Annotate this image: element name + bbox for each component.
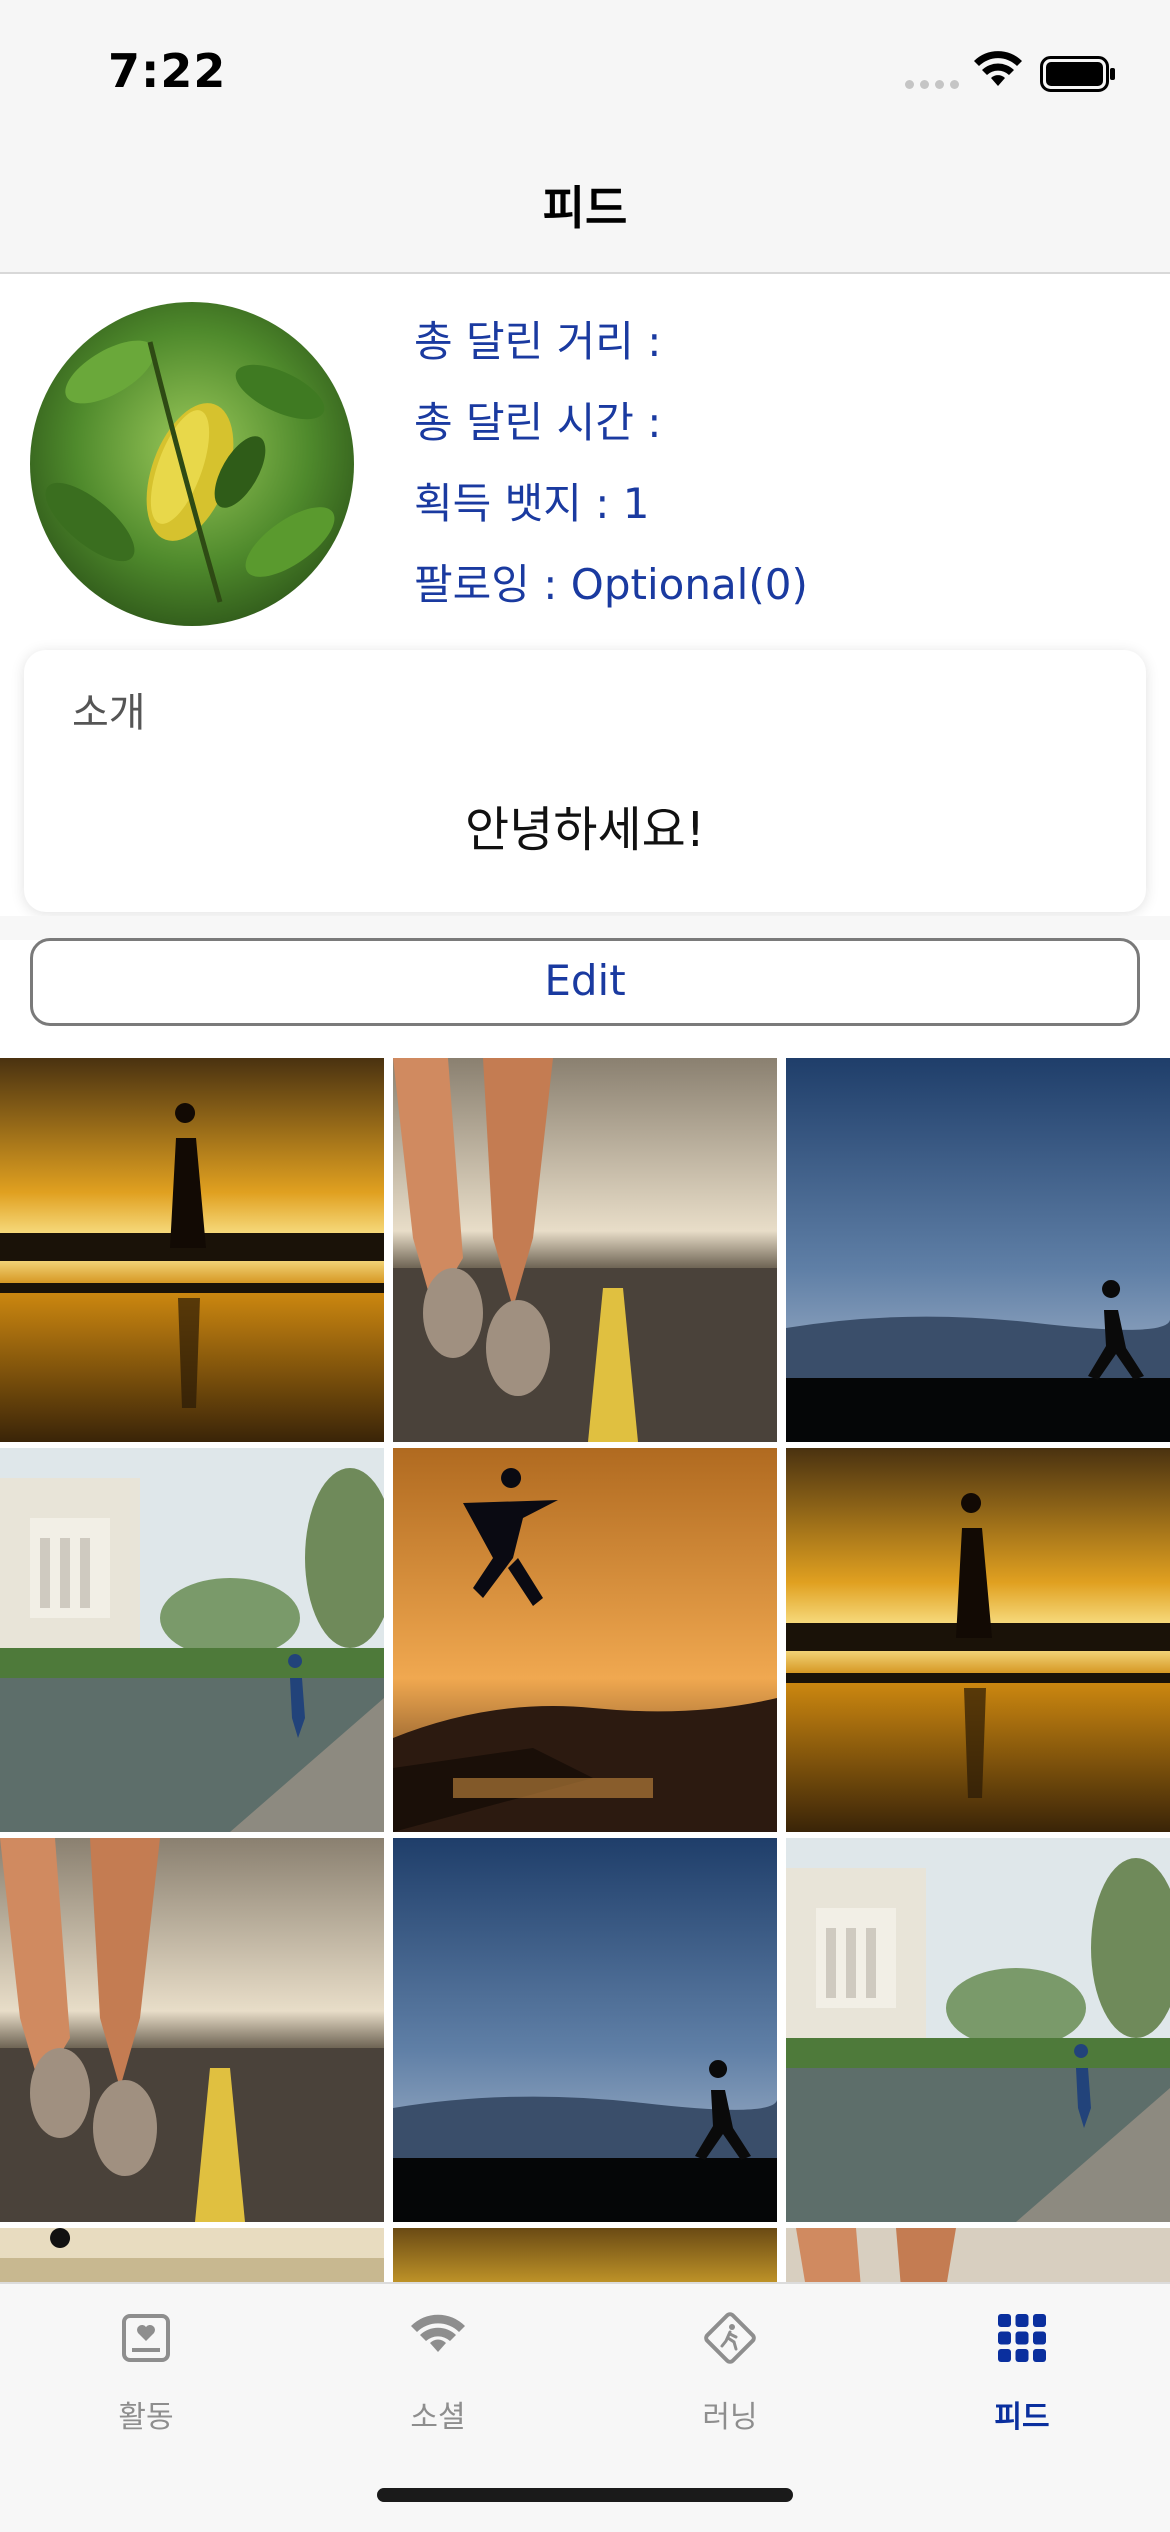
tab-label-running: 러닝 xyxy=(702,2400,758,2435)
feed-photo-sunset-walker-2[interactable] xyxy=(786,1448,1170,1832)
feed-photo-road-legs-2[interactable] xyxy=(0,1838,384,2222)
tab-label-activity: 활동 xyxy=(118,2400,174,2435)
status-time: 7:22 xyxy=(108,44,227,98)
page-title: 피드 xyxy=(542,181,628,235)
intro-card: 소개 안녕하세요! xyxy=(24,650,1146,912)
feed-photo-road-legs[interactable] xyxy=(393,1058,777,1442)
photo-grid xyxy=(0,1058,1170,2282)
profile-stats: 총 달린 거리 : 총 달린 시간 : 획득 뱃지 : 1 팔로잉 : Opti… xyxy=(414,308,808,632)
wifi-icon xyxy=(974,51,1022,86)
activity-card-icon xyxy=(122,2314,170,2362)
tab-running[interactable]: 러닝 xyxy=(584,2284,876,2464)
feed-photo-partial-3[interactable] xyxy=(786,2228,1170,2282)
intro-text: 안녕하세요! xyxy=(464,802,706,858)
badge-count: 획득 뱃지 : 1 xyxy=(414,479,650,528)
running-sign-icon xyxy=(704,2312,756,2364)
profile-avatar[interactable] xyxy=(30,302,354,626)
status-bar: 7:22 xyxy=(0,0,1170,140)
tab-label-feed: 피드 xyxy=(994,2400,1050,2435)
navigation-bar: 피드 xyxy=(0,140,1170,274)
feed-photo-partial-1[interactable] xyxy=(0,2228,384,2282)
following-count[interactable]: 팔로잉 : Optional(0) xyxy=(414,551,808,632)
wifi-icon xyxy=(411,2314,465,2352)
battery-icon xyxy=(1040,56,1115,92)
section-divider xyxy=(0,916,1170,940)
home-indicator[interactable] xyxy=(377,2488,793,2502)
tab-label-social: 소셜 xyxy=(410,2400,466,2435)
feed-photo-riverside-runner[interactable] xyxy=(0,1448,384,1832)
cellular-signal-icon xyxy=(905,80,961,92)
tab-social[interactable]: 소셜 xyxy=(292,2284,584,2464)
grid-icon xyxy=(998,2314,1046,2362)
feed-photo-sunset-walker[interactable] xyxy=(0,1058,384,1442)
intro-label: 소개 xyxy=(72,690,146,736)
total-time: 총 달린 시간 : xyxy=(414,398,662,447)
edit-profile-button[interactable]: Edit xyxy=(30,938,1140,1026)
feed-photo-partial-2[interactable] xyxy=(393,2228,777,2282)
tab-activity[interactable]: 활동 xyxy=(0,2284,292,2464)
tab-feed[interactable]: 피드 xyxy=(876,2284,1168,2464)
feed-photo-blue-runner-2[interactable] xyxy=(393,1838,777,2222)
total-distance: 총 달린 거리 : xyxy=(414,317,662,366)
feed-photo-jumping-runner[interactable] xyxy=(393,1448,777,1832)
feed-photo-blue-runner[interactable] xyxy=(786,1058,1170,1442)
feed-photo-riverside-runner-2[interactable] xyxy=(786,1838,1170,2222)
